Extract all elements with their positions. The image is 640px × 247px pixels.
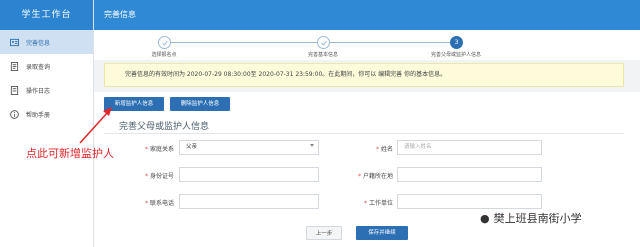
sidebar: 学生工作台 完善信息 录取查询 操作日志 帮助手册 <box>0 0 94 247</box>
phone-input[interactable] <box>179 194 319 209</box>
step-done-check-icon <box>158 36 171 49</box>
phone-label: * 联系电话 <box>144 200 174 207</box>
sidebar-item-label: 操作日志 <box>26 87 51 95</box>
sidebar-item-label: 完善信息 <box>26 39 51 47</box>
step-connector <box>165 42 319 43</box>
prev-step-button[interactable]: 上一步 <box>306 226 342 240</box>
hukou-input[interactable] <box>397 167 542 182</box>
sidebar-item-complete-info[interactable]: 完善信息 <box>0 30 93 54</box>
sidebar-item-label: 录取查询 <box>26 63 51 71</box>
name-input[interactable]: 请输入姓名 <box>397 140 542 155</box>
step-done-check-icon <box>317 36 330 49</box>
annotation-text: 点此可新增监护人 <box>26 147 114 160</box>
chevron-down-icon <box>310 144 314 147</box>
sidebar-item-help[interactable]: 帮助手册 <box>0 102 93 126</box>
step-current-number: 3 <box>450 36 463 49</box>
delete-guardian-button[interactable]: 删除监护人信息 <box>170 97 230 111</box>
wechat-icon: ● <box>480 212 490 225</box>
sidebar-item-operation-log[interactable]: 操作日志 <box>0 78 93 102</box>
add-guardian-button[interactable]: 新增监护人信息 <box>104 97 164 111</box>
watermark: ● 樊上班县南街小学 <box>480 212 582 225</box>
step-label: 完善父母或监护人信息 <box>430 52 482 58</box>
step-progress: 选择报名点 完善基本信息 3 完善父母或监护人信息 <box>94 30 640 60</box>
log-icon <box>10 85 19 95</box>
work-unit-input[interactable] <box>397 194 542 209</box>
name-label: * 姓名 <box>375 146 393 153</box>
notice-banner: 完善信息的有效时间为 2020-07-29 08:30:00至 2020-07-… <box>104 63 624 87</box>
document-icon <box>10 61 19 71</box>
section-title: 完善父母或监护人信息 <box>119 122 210 132</box>
sidebar-item-label: 帮助手册 <box>26 111 51 119</box>
hukou-label: * 户籍所在地 <box>357 173 393 180</box>
sidebar-item-admission-query[interactable]: 录取查询 <box>0 54 93 78</box>
step-connector <box>330 42 458 43</box>
id-number-input[interactable] <box>179 167 319 182</box>
save-continue-button[interactable]: 保存并继续 <box>356 226 408 240</box>
step-label: 选择报名点 <box>151 52 177 58</box>
info-icon <box>10 109 19 119</box>
id-card-icon <box>10 38 19 47</box>
sidebar-title: 学生工作台 <box>0 0 93 30</box>
work-unit-label: * 工作单位 <box>363 200 393 207</box>
page-title: 完善信息 <box>94 0 640 30</box>
relation-label: * 家庭关系 <box>144 146 174 153</box>
id-number-label: * 身份证号 <box>144 173 174 180</box>
divider <box>104 133 624 134</box>
relation-select[interactable]: 父亲 <box>179 140 319 155</box>
step-label: 完善基本信息 <box>307 52 339 58</box>
